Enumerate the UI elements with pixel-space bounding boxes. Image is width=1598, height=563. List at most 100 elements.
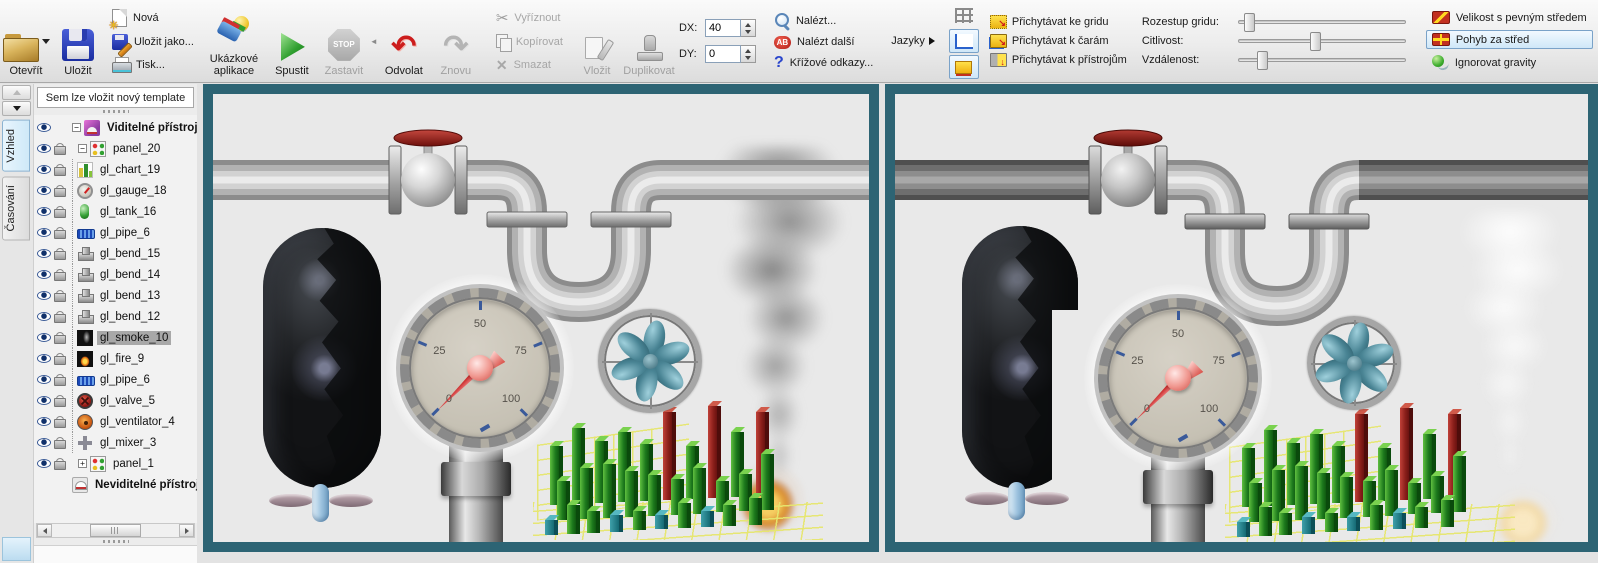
tab-vzhled[interactable]: Vzhled (2, 120, 30, 172)
canvas-chart[interactable] (1225, 434, 1515, 542)
snap-to-lines-button[interactable]: Přichytávat k čarám (987, 33, 1130, 49)
tree-item-viditeln-p-stroje[interactable]: −Viditelné přístroje (34, 117, 197, 138)
lock-icon[interactable] (54, 458, 64, 470)
lock-icon[interactable] (54, 416, 64, 428)
eye-visibility-icon[interactable] (37, 333, 51, 342)
lock-icon[interactable] (54, 185, 64, 197)
panel-dropdown-button[interactable] (2, 101, 31, 116)
ignore-gravity-button[interactable]: Ignorovat gravity (1426, 52, 1593, 74)
lock-icon[interactable] (54, 269, 64, 281)
tree-item-gl_fire_9[interactable]: gl_fire_9 (34, 348, 197, 369)
print-button[interactable]: Tisk... (108, 55, 198, 75)
lock-icon[interactable] (54, 206, 64, 218)
snap-to-grid-button[interactable]: Přichytávat ke gridu (987, 14, 1130, 30)
tree-item-gl_chart_19[interactable]: gl_chart_19 (34, 159, 197, 180)
tree-item-panel_1[interactable]: +panel_1 (34, 453, 197, 474)
template-drop-hint[interactable]: Sem lze vložit nový template (37, 87, 194, 108)
tree-item-gl_bend_13[interactable]: gl_bend_13 (34, 285, 197, 306)
eye-visibility-icon[interactable] (37, 417, 51, 426)
lock-icon[interactable] (54, 143, 64, 155)
lock-icon[interactable] (54, 437, 64, 449)
fixed-center-size-button[interactable]: Velikost s pevným středem (1426, 8, 1593, 27)
collapse-box[interactable]: − (78, 144, 87, 153)
save-as-button[interactable]: Uložit jako... (108, 32, 198, 52)
eye-visibility-icon[interactable] (37, 312, 51, 321)
splitter-handle[interactable] (34, 538, 197, 545)
toggle-axes-button[interactable] (949, 29, 979, 53)
languages-button[interactable]: Jazyky (887, 0, 943, 82)
scroll-right-button[interactable] (179, 524, 194, 537)
eye-visibility-icon[interactable] (37, 186, 51, 195)
lock-icon[interactable] (54, 332, 64, 344)
eye-visibility-icon[interactable] (37, 249, 51, 258)
tree-item-gl_gauge_18[interactable]: gl_gauge_18 (34, 180, 197, 201)
slider-thumb[interactable] (1244, 13, 1255, 32)
canvas-gauge[interactable]: 0255075100 (400, 288, 560, 448)
tree-item-gl_valve_5[interactable]: gl_valve_5 (34, 390, 197, 411)
open-dropdown-arrow-icon[interactable] (42, 39, 50, 48)
tree-item-panel_20[interactable]: −panel_20 (34, 138, 197, 159)
lock-icon[interactable] (54, 227, 64, 239)
lock-icon[interactable] (54, 290, 64, 302)
tree-item-gl_pipe_6[interactable]: gl_pipe_6 (34, 369, 197, 390)
run-button[interactable]: Spustit (266, 0, 318, 82)
eye-visibility-icon[interactable] (37, 207, 51, 216)
canvas-ventilator[interactable] (1307, 316, 1401, 410)
slider-track[interactable] (1238, 58, 1406, 62)
tree-item-gl_smoke_10[interactable]: gl_smoke_10 (34, 327, 197, 348)
collapse-box[interactable]: − (72, 123, 81, 132)
scroll-left-button[interactable] (37, 524, 52, 537)
new-button[interactable]: Nová (108, 7, 198, 29)
tree-item-neviditeln-p-stroje[interactable]: Neviditelné přístroje (34, 474, 197, 495)
tab-casovani[interactable]: Časování (2, 176, 30, 240)
canvas-chart[interactable] (533, 432, 823, 540)
move-by-center-button[interactable]: Pohyb za střed (1426, 30, 1593, 49)
cross-references-button[interactable]: ?Křížové odkazy... (770, 54, 877, 72)
dy-spinner[interactable] (741, 45, 756, 63)
eye-visibility-icon[interactable] (37, 438, 51, 447)
save-button[interactable]: Uložit (52, 0, 104, 82)
slider-thumb[interactable] (1257, 51, 1268, 70)
tree-item-gl_mixer_3[interactable]: gl_mixer_3 (34, 432, 197, 453)
sample-apps-button[interactable]: Ukázkové aplikace (208, 0, 260, 82)
dx-spinner[interactable] (741, 19, 756, 37)
tree-item-gl_bend_15[interactable]: gl_bend_15 (34, 243, 197, 264)
lock-icon[interactable] (54, 395, 64, 407)
eye-visibility-icon[interactable] (37, 375, 51, 384)
canvas-gauge[interactable]: 0255075100 (1098, 298, 1258, 458)
open-button[interactable]: Otevřít (0, 0, 52, 82)
lock-icon[interactable] (54, 353, 64, 365)
slider-track[interactable] (1238, 20, 1406, 24)
eye-visibility-icon[interactable] (37, 228, 51, 237)
dy-input[interactable] (705, 45, 741, 63)
toggle-window-button[interactable] (949, 55, 979, 79)
tree-horizontal-scrollbar[interactable] (36, 523, 195, 538)
lock-icon[interactable] (54, 311, 64, 323)
lock-icon[interactable] (54, 164, 64, 176)
splitter-handle[interactable] (34, 108, 197, 115)
undo-button[interactable]: ↶ Odvolat (378, 0, 430, 82)
find-next-button[interactable]: ABNalézt další (770, 34, 877, 51)
tree-item-gl_tank_16[interactable]: gl_tank_16 (34, 201, 197, 222)
tree-item-gl_ventilator_4[interactable]: gl_ventilator_4 (34, 411, 197, 432)
snap-to-instruments-button[interactable]: Přichytávat k přístrojům (987, 52, 1130, 68)
eye-visibility-icon[interactable] (37, 144, 51, 153)
expand-box[interactable]: + (78, 459, 87, 468)
eye-visibility-icon[interactable] (37, 123, 51, 132)
eye-visibility-icon[interactable] (37, 354, 51, 363)
eye-visibility-icon[interactable] (37, 270, 51, 279)
canvas-ventilator[interactable] (598, 309, 702, 413)
slider-thumb[interactable] (1310, 32, 1321, 51)
find-button[interactable]: Nalézt... (770, 11, 877, 31)
dx-input[interactable] (705, 19, 741, 37)
eye-visibility-icon[interactable] (37, 291, 51, 300)
eye-visibility-icon[interactable] (37, 396, 51, 405)
lock-icon[interactable] (54, 248, 64, 260)
lock-icon[interactable] (54, 374, 64, 386)
design-canvas-left[interactable]: 0255075100 (203, 84, 879, 552)
eye-visibility-icon[interactable] (37, 165, 51, 174)
eye-visibility-icon[interactable] (37, 459, 51, 468)
tree-item-gl_bend_14[interactable]: gl_bend_14 (34, 264, 197, 285)
tree-item-gl_bend_12[interactable]: gl_bend_12 (34, 306, 197, 327)
tree-item-gl_pipe_6[interactable]: gl_pipe_6 (34, 222, 197, 243)
